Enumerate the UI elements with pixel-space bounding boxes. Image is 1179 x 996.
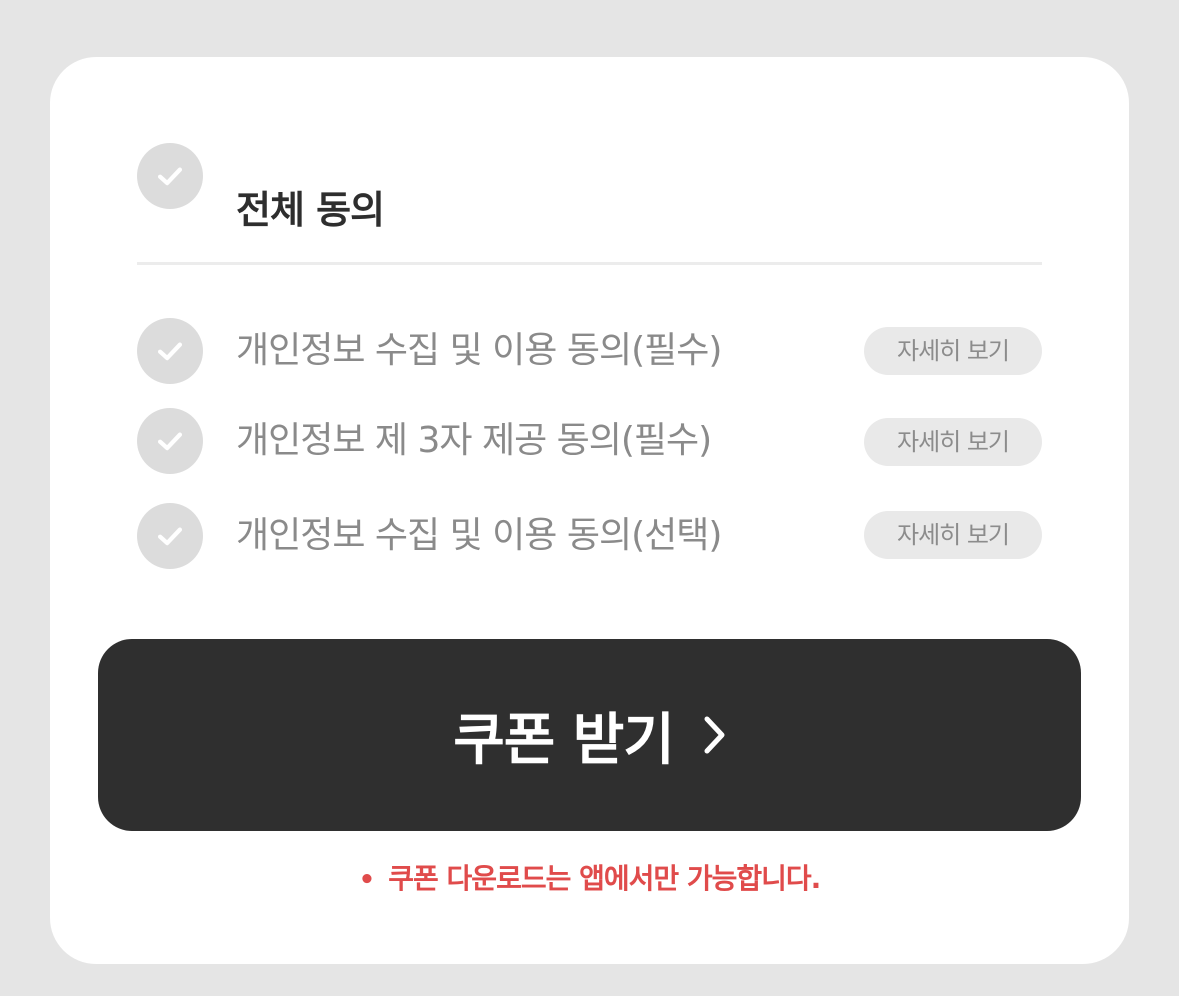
notice-bullet: • (358, 865, 376, 895)
agree-item-checkbox-third-party-required[interactable] (137, 408, 203, 474)
checkmark-icon (157, 167, 183, 186)
checkmark-icon (157, 527, 183, 546)
get-coupon-button[interactable]: 쿠폰 받기 (98, 639, 1081, 831)
agree-item-label[interactable]: 개인정보 수집 및 이용 동의(필수) (236, 318, 722, 384)
checkmark-icon (157, 432, 183, 451)
agree-item-checkbox-privacy-required[interactable] (137, 318, 203, 384)
get-coupon-label: 쿠폰 받기 (453, 707, 675, 773)
agree-item-label[interactable]: 개인정보 수집 및 이용 동의(선택) (236, 503, 722, 569)
app-only-notice: • 쿠폰 다운로드는 앱에서만 가능합니다. (50, 857, 1129, 897)
divider (137, 262, 1042, 265)
chevron-right-icon (704, 716, 725, 754)
view-details-button[interactable]: 자세히 보기 (864, 511, 1042, 559)
agree-item-label[interactable]: 개인정보 제 3자 제공 동의(필수) (236, 408, 712, 474)
agree-item-checkbox-privacy-optional[interactable] (137, 503, 203, 569)
consent-card: 전체 동의 개인정보 수집 및 이용 동의(필수) 자세히 보기 개인정보 제 … (50, 57, 1129, 964)
view-details-button[interactable]: 자세히 보기 (864, 418, 1042, 466)
agree-all-checkbox[interactable] (137, 143, 203, 209)
notice-text: 쿠폰 다운로드는 앱에서만 가능합니다. (388, 862, 821, 895)
checkmark-icon (157, 342, 183, 361)
view-details-button[interactable]: 자세히 보기 (864, 327, 1042, 375)
agree-all-label[interactable]: 전체 동의 (236, 177, 385, 243)
